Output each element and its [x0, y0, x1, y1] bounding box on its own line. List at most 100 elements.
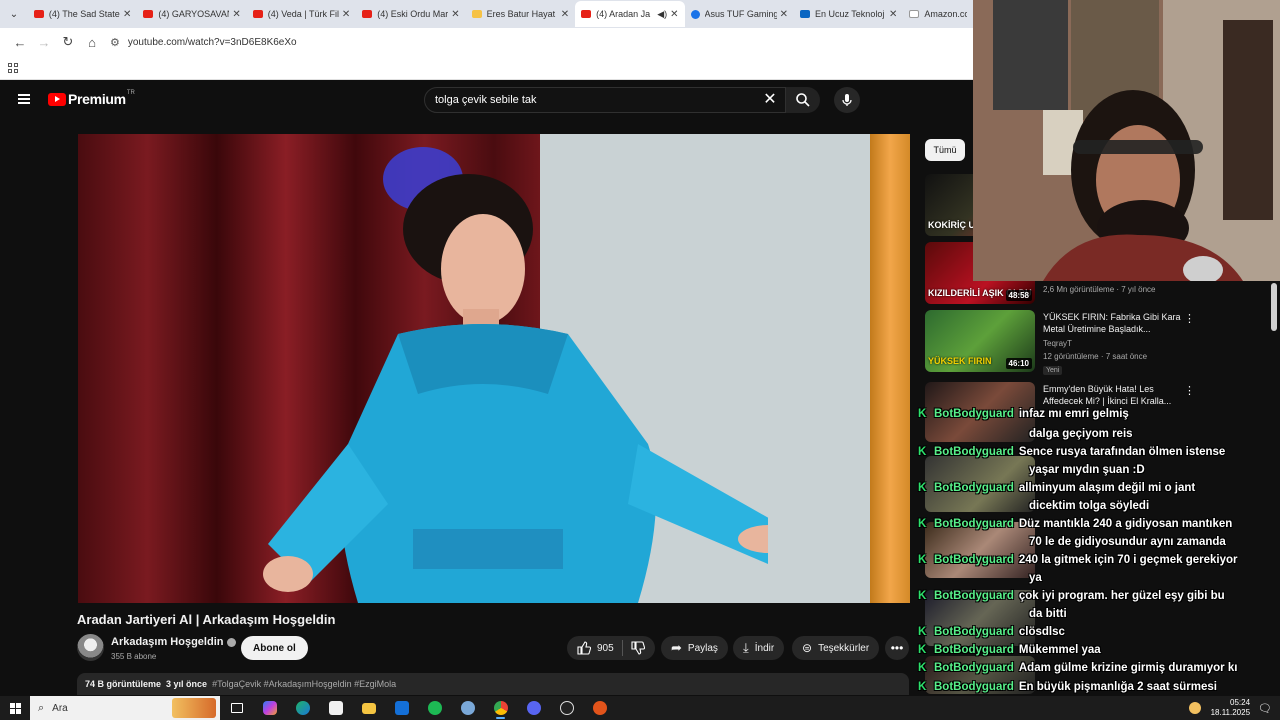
search-button[interactable]: [786, 87, 820, 113]
like-count: 905: [597, 642, 614, 654]
video-player[interactable]: [78, 134, 910, 603]
thumbs-down-icon[interactable]: [631, 641, 645, 655]
logo-region: TR: [126, 90, 135, 96]
obs-icon: [559, 701, 574, 715]
browser-tab[interactable]: Amazon.co: [903, 1, 973, 27]
chat-message: K BotBodyguard infaz mı emri gelmiş: [918, 407, 1280, 422]
taskbar-search[interactable]: ⌕ Ara: [30, 696, 220, 720]
download-button[interactable]: ⤓ İndir: [733, 636, 785, 660]
speaker-icon[interactable]: ◀): [657, 9, 667, 20]
hashtags[interactable]: #TolgaÇevik #ArkadaşımHoşgeldin #EzgiMol…: [212, 679, 396, 689]
bookmark-icon: [471, 10, 482, 18]
edge-icon: [295, 701, 310, 715]
thumbnail-caption: YÜKSEK FIRIN: [928, 356, 992, 366]
apps-grid-icon[interactable]: [8, 62, 18, 73]
browser-tab[interactable]: (4) GARYOSAVAN ✕: [137, 1, 246, 27]
browser-tab[interactable]: (4) Veda | Türk Fil ✕: [247, 1, 356, 27]
recommendation-title[interactable]: YÜKSEK FIRIN: Fabrika Gibi Kara Metal Ür…: [1043, 311, 1183, 335]
spotify-button[interactable]: [418, 696, 451, 720]
search-input[interactable]: tolga çevik sebile tak: [424, 87, 786, 113]
screen: ⌄ (4) The Sad State ✕ (4) GARYOSAVAN ✕ (4)…: [0, 0, 1280, 720]
store-icon: [328, 701, 343, 715]
tab-title: (4) GARYOSAVAN: [158, 9, 230, 19]
obs-button[interactable]: [550, 696, 583, 720]
recommendation-channel[interactable]: TeqrayT: [1043, 339, 1072, 348]
chip-all[interactable]: Tümü: [925, 139, 965, 161]
menu-icon[interactable]: [18, 94, 30, 104]
recommendation-meta: 12 görüntüleme · 7 saat önce: [1043, 352, 1148, 361]
chat-message-continuation: da bitti: [1029, 608, 1067, 620]
voice-search-button[interactable]: [834, 87, 860, 113]
close-icon[interactable]: ✕: [342, 9, 350, 20]
close-icon[interactable]: ✕: [780, 9, 788, 20]
browser-tab[interactable]: (4) The Sad State ✕: [28, 1, 137, 27]
site-info-icon[interactable]: ⚙: [110, 36, 120, 49]
browser-tab[interactable]: En Ucuz Teknoloj ✕: [794, 1, 903, 27]
thanks-icon: ⊜: [802, 641, 813, 655]
chat-text: infaz mı emri gelmiş: [1018, 408, 1129, 420]
url-text: youtube.com/watch?v=3nD6E8K6eXo: [127, 36, 297, 48]
copilot-button[interactable]: [253, 696, 286, 720]
streamer-webcam-feed: [973, 0, 1280, 281]
outlook-button[interactable]: [385, 696, 418, 720]
channel-avatar[interactable]: [77, 634, 104, 661]
notification-icon[interactable]: 🗨: [1258, 702, 1272, 715]
sidebar-scrollbar[interactable]: [1271, 283, 1277, 331]
discord-button[interactable]: [517, 696, 550, 720]
more-vertical-icon[interactable]: ⋮: [1184, 384, 1195, 397]
kick-icon: K: [918, 482, 927, 494]
share-button[interactable]: ➦ Paylaş: [661, 636, 728, 660]
like-button[interactable]: 905: [577, 641, 614, 655]
close-icon[interactable]: ✕: [232, 9, 240, 20]
recommendation-thumbnail[interactable]: YÜKSEK FIRIN 46:10: [925, 310, 1035, 372]
app-button[interactable]: [451, 696, 484, 720]
new-badge: Yeni: [1043, 366, 1063, 375]
close-icon[interactable]: ✕: [451, 9, 459, 20]
start-button[interactable]: [0, 696, 30, 720]
browser-tab[interactable]: (4) Eski Ordu Mar ✕: [356, 1, 465, 27]
back-arrow-icon[interactable]: ←: [8, 30, 32, 54]
browser-tab[interactable]: Asus TUF Gaming ✕: [685, 1, 794, 27]
share-icon: ➦: [671, 640, 682, 655]
app-button[interactable]: [583, 696, 616, 720]
recommendation-title[interactable]: Emmy'den Büyük Hata! Les Affedecek Mi? |…: [1043, 383, 1183, 407]
system-tray: 05:24 18.11.2025 🗨: [1188, 696, 1280, 720]
clear-search-icon[interactable]: ✕: [760, 89, 780, 109]
home-icon[interactable]: ⌂: [80, 30, 104, 54]
address-bar: ← → ↻ ⌂ ⚙ youtube.com/watch?v=3nD6E8K6eX…: [0, 28, 973, 56]
webcam-overlay: [973, 0, 1280, 281]
channel-name-wrap[interactable]: Arkadaşım Hoşgeldin: [111, 636, 237, 648]
youtube-icon: [581, 10, 592, 18]
browser-tab[interactable]: Eres Batur Hayat ✕: [466, 1, 575, 27]
chrome-button[interactable]: [484, 696, 517, 720]
forward-arrow-icon[interactable]: →: [32, 30, 56, 54]
more-actions-button[interactable]: •••: [885, 636, 909, 660]
kick-icon: K: [918, 662, 927, 674]
weather-icon[interactable]: [1188, 702, 1201, 714]
url-field[interactable]: ⚙ youtube.com/watch?v=3nD6E8K6eXo: [110, 31, 950, 53]
more-vertical-icon[interactable]: ⋮: [1184, 312, 1195, 325]
close-icon[interactable]: ✕: [561, 9, 569, 20]
task-view-button[interactable]: [220, 696, 253, 720]
chat-message-continuation: dalga geçiyom reis: [1029, 428, 1133, 440]
thanks-button[interactable]: ⊜ Teşekkürler: [792, 636, 880, 660]
browser-tab-active[interactable]: (4) Aradan Ja ◀) ✕: [575, 1, 685, 27]
youtube-logo[interactable]: Premium TR: [48, 90, 135, 107]
close-icon[interactable]: ✕: [670, 9, 678, 20]
subscribe-button[interactable]: Abone ol: [241, 636, 308, 660]
reload-icon[interactable]: ↻: [56, 30, 80, 54]
chat-username: BotBodyguard: [934, 662, 1014, 674]
close-icon[interactable]: ✕: [889, 9, 897, 20]
chat-text: En büyük pişmanlığa 2 saat sürmesi: [1018, 681, 1217, 693]
chat-message: K BotBodyguard Adam gülme krizine girmiş d…: [918, 661, 1280, 676]
store-button[interactable]: [319, 696, 352, 720]
file-explorer-button[interactable]: [352, 696, 385, 720]
close-icon[interactable]: ✕: [123, 9, 131, 20]
like-dislike-group: 905: [567, 636, 655, 660]
edge-button[interactable]: [286, 696, 319, 720]
tab-search-chevron-icon[interactable]: ⌄: [4, 4, 24, 24]
description-box[interactable]: 74 B görüntüleme 3 yıl önce #TolgaÇevik …: [77, 673, 909, 695]
clock-time: 05:24: [1230, 698, 1251, 707]
clock[interactable]: 05:24 18.11.2025: [1211, 698, 1250, 718]
chat-message-continuation: yaşar mıydın şuan :D: [1029, 464, 1145, 476]
